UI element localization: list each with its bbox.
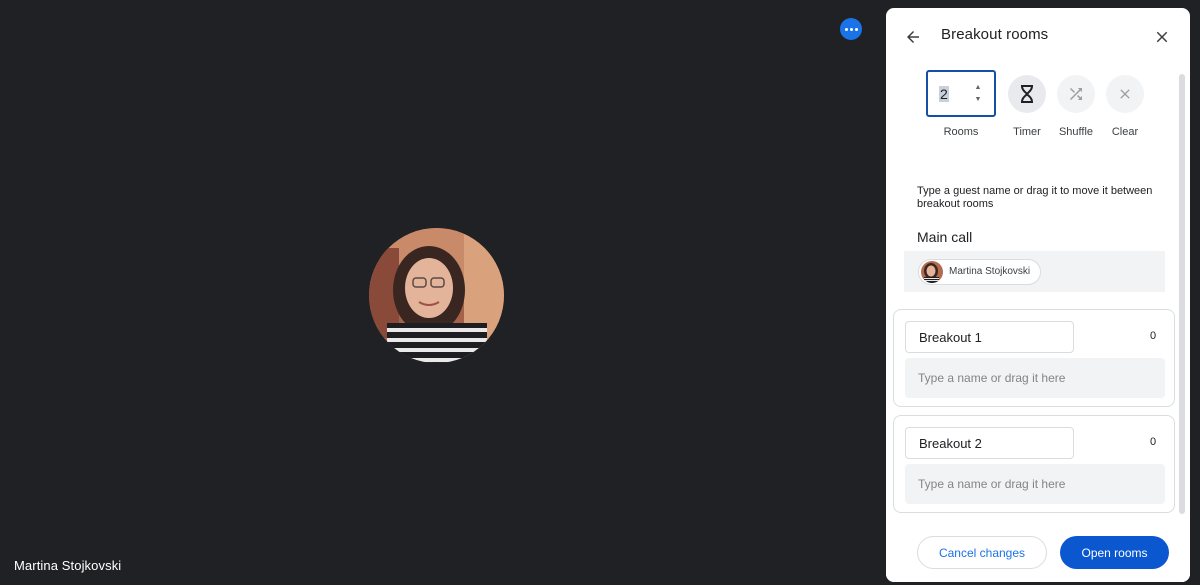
participant-name-label: Martina Stojkovski <box>14 558 122 573</box>
clear-button[interactable] <box>1106 75 1144 113</box>
room-add-participant-input[interactable] <box>905 358 1165 398</box>
avatar <box>921 261 943 283</box>
breakout-room-card: 0 <box>893 309 1175 407</box>
arrow-back-icon <box>907 31 919 43</box>
room-participant-count: 0 <box>1150 330 1157 342</box>
timer-button[interactable] <box>1008 75 1046 113</box>
breakout-rooms-panel: Breakout rooms 2 ▲ ▼ Rooms Timer Shuffle… <box>886 8 1190 582</box>
open-rooms-button[interactable]: Open rooms <box>1060 536 1169 569</box>
drag-hint-text: Type a guest name or drag it to move it … <box>917 185 1153 210</box>
hourglass-icon <box>1021 85 1033 103</box>
panel-header: Breakout rooms <box>886 8 1190 64</box>
clear-icon <box>1120 89 1130 99</box>
breakout-controls: 2 ▲ ▼ Rooms Timer Shuffle Clear <box>886 70 1190 150</box>
decrement-icon[interactable]: ▼ <box>975 96 982 104</box>
room-participant-count: 0 <box>1150 436 1157 448</box>
more-options-button[interactable] <box>840 18 862 40</box>
main-call-dropzone[interactable]: Martina Stojkovski <box>904 251 1165 292</box>
video-stage: Martina Stojkovski <box>0 0 878 585</box>
back-button[interactable] <box>900 24 926 50</box>
room-name-input[interactable] <box>905 321 1074 353</box>
participant-chip[interactable]: Martina Stojkovski <box>918 259 1042 285</box>
close-button[interactable] <box>1149 24 1175 50</box>
close-icon <box>1156 31 1168 43</box>
panel-footer: Cancel changes Open rooms <box>886 526 1190 582</box>
stepper-arrows[interactable]: ▲ ▼ <box>973 84 983 104</box>
room-add-participant-input[interactable] <box>905 464 1165 504</box>
more-horiz-icon <box>844 27 848 31</box>
participant-avatar <box>369 228 504 363</box>
increment-icon[interactable]: ▲ <box>975 84 982 92</box>
room-name-input[interactable] <box>905 427 1074 459</box>
clear-label: Clear <box>1111 126 1139 138</box>
participant-chip-name: Martina Stojkovski <box>949 266 1031 277</box>
main-call-title: Main call <box>917 229 973 245</box>
shuffle-button[interactable] <box>1057 75 1095 113</box>
shuffle-icon <box>1070 88 1082 100</box>
breakout-room-card: 0 <box>893 415 1175 513</box>
cancel-changes-button[interactable]: Cancel changes <box>917 536 1047 569</box>
rooms-count-stepper[interactable]: 2 ▲ ▼ <box>926 70 996 117</box>
rooms-count-value: 2 <box>939 86 949 102</box>
panel-title: Breakout rooms <box>941 26 1049 43</box>
rooms-label: Rooms <box>943 126 979 138</box>
